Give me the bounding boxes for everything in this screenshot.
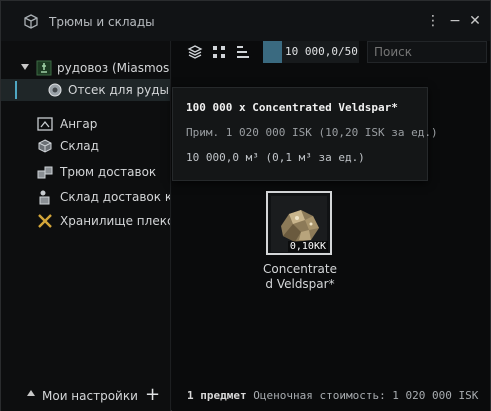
delivery-cargo-icon: [39, 190, 50, 205]
delivery-hold-icon: [37, 166, 53, 179]
item-name-line: d Veldspar*: [265, 277, 335, 291]
ship-icon: [36, 60, 52, 76]
status-bar: 1 предмет Оценочная стоимость: 1 020 000…: [187, 389, 478, 402]
cargo-icon: [38, 139, 52, 153]
stack-view-icon[interactable]: [187, 44, 203, 60]
sidebar: рудовоз (Miasmos Отсек для руды Ангар Ск…: [1, 41, 171, 411]
cube-stack-icon: [24, 14, 38, 29]
tree-item-ore-hold[interactable]: Отсек для руды: [1, 79, 170, 101]
my-settings[interactable]: Мои настройки +: [1, 384, 170, 411]
tooltip-price: Прим. 1 020 000 ISK (10,20 ISK за ед.): [186, 126, 438, 139]
tree-item-label: Склад доставок ко: [60, 190, 171, 204]
item-name: Concentrate d Veldspar*: [250, 262, 350, 292]
item-name-line: Concentrate: [263, 262, 337, 276]
tree-item-label: Ангар: [60, 117, 98, 131]
tree-item-delivery-hold[interactable]: Трюм доставок: [1, 161, 170, 183]
expand-caret-icon[interactable]: [21, 64, 29, 70]
tree-item-cargo[interactable]: Склад: [1, 135, 170, 157]
item-count: 1 предмет: [187, 389, 247, 402]
item-quantity: 0,10КК: [287, 241, 328, 252]
title-bar[interactable]: Трюмы и склады ⋮ − ✕: [1, 1, 490, 41]
hangar-icon: [37, 117, 53, 131]
plex-vault-icon: [38, 214, 52, 228]
my-settings-label: Мои настройки: [42, 389, 138, 403]
tree-item-delivery-cargo[interactable]: Склад доставок ко: [1, 186, 171, 208]
tree-item-label: рудовоз (Miasmos: [57, 61, 170, 75]
inventory-window: Трюмы и склады ⋮ − ✕ рудовоз (Miasmos От…: [0, 0, 491, 411]
tree-item-ship[interactable]: рудовоз (Miasmos: [1, 57, 170, 79]
capacity-fill: [263, 41, 282, 63]
tree-item-label: Трюм доставок: [60, 165, 157, 179]
chevron-up-icon: [27, 390, 35, 396]
item-tooltip: 100 000 x Concentrated Veldspar* Прим. 1…: [172, 87, 438, 181]
add-setting-button[interactable]: +: [145, 384, 160, 405]
tree-item-hangar[interactable]: Ангар: [1, 113, 170, 135]
tree-item-label: Склад: [60, 139, 99, 153]
capacity-bar: 10 000,0/50 400: [263, 41, 359, 63]
grid-view-icon[interactable]: [211, 44, 227, 60]
tree-item-label: Хранилище плексо: [60, 214, 171, 228]
capacity-text: 10 000,0/50 400: [285, 45, 359, 58]
tooltip-title: 100 000 x Concentrated Veldspar*: [186, 101, 398, 114]
tree-item-plex-vault[interactable]: Хранилище плексо: [1, 210, 171, 232]
inventory-item[interactable]: 0,10КК: [266, 191, 332, 255]
window-title: Трюмы и склады: [49, 15, 155, 29]
close-button[interactable]: ✕: [467, 13, 483, 29]
tooltip-volume: 10 000,0 м³ (0,1 м³ за ед.): [186, 151, 365, 164]
search-input[interactable]: [367, 41, 487, 63]
minimize-button[interactable]: −: [447, 13, 463, 29]
tree-item-label: Отсек для руды: [68, 83, 169, 97]
window-menu-button[interactable]: ⋮: [425, 13, 441, 29]
estimated-value: Оценочная стоимость: 1 020 000 ISK: [253, 389, 479, 402]
ore-hold-icon: [48, 83, 62, 97]
list-view-icon[interactable]: [235, 44, 251, 60]
